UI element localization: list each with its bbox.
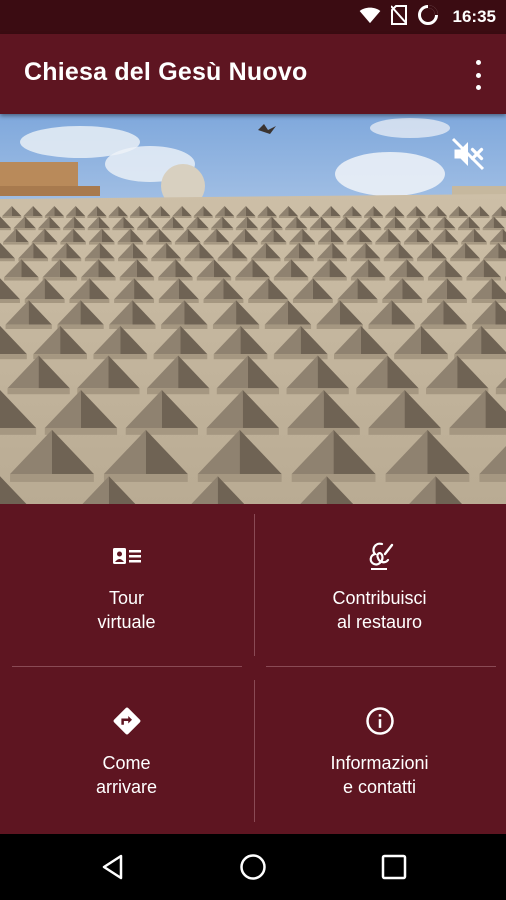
tour-virtual-button[interactable]: Tour virtuale (0, 504, 253, 669)
wifi-icon (359, 6, 381, 29)
tour-virtual-label: Tour virtuale (97, 588, 156, 632)
home-icon[interactable] (237, 851, 269, 883)
status-time: 16:35 (452, 7, 496, 26)
status-bar: 16:35 (0, 0, 506, 34)
church-facade-image (0, 114, 506, 504)
contribute-restoration-label: Contribuisci al restauro (332, 588, 427, 632)
divider (12, 666, 242, 667)
no-sim-icon (389, 4, 408, 30)
directions-button[interactable]: Come arrivare (0, 669, 253, 834)
divider (254, 514, 255, 656)
divider (254, 680, 255, 822)
app-bar: Chiesa del Gesù Nuovo (0, 34, 506, 114)
more-vert-icon[interactable] (470, 60, 486, 90)
info-contacts-label: Informazioni e contatti (330, 753, 429, 797)
app-title: Chiesa del Gesù Nuovo (24, 58, 308, 86)
contribute-restoration-button[interactable]: Contribuisci al restauro (253, 504, 506, 669)
info-icon (365, 705, 395, 737)
volume-off-icon[interactable] (450, 136, 486, 172)
battery-icon (417, 4, 439, 31)
navigation-bar (0, 834, 506, 900)
signature-icon (365, 540, 395, 572)
info-contacts-button[interactable]: Informazioni e contatti (253, 669, 506, 834)
directions-label: Come arrivare (95, 753, 157, 797)
directions-icon (112, 705, 142, 737)
back-icon[interactable] (97, 851, 129, 883)
menu-grid: Tour virtuale Contribuisci al restauro Com… (0, 504, 506, 834)
tour-card-icon (112, 540, 142, 572)
divider (266, 666, 496, 667)
recents-icon[interactable] (378, 851, 410, 883)
